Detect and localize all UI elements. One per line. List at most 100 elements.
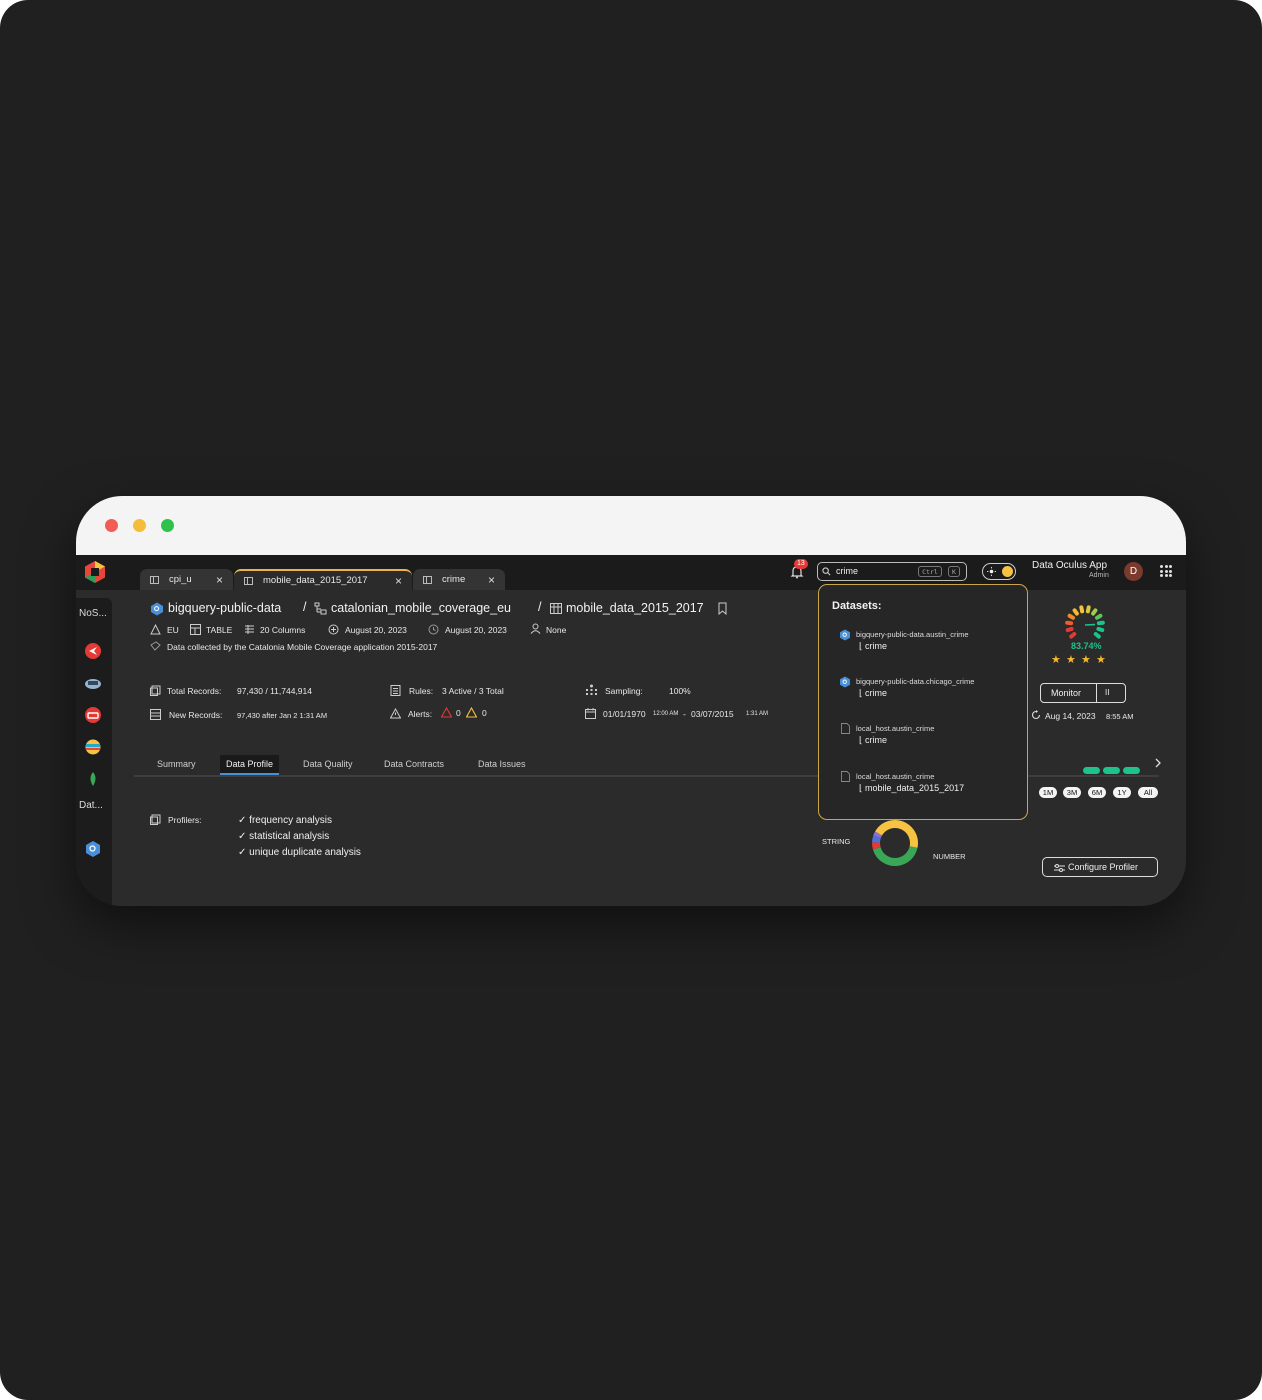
range-end: 03/07/2015 [691, 709, 734, 719]
notification-badge: 13 [794, 559, 808, 569]
gauge-tick [1067, 613, 1075, 620]
close-icon[interactable]: × [488, 573, 495, 587]
star-icon: ★ [1096, 653, 1106, 666]
search-value: crime [836, 566, 858, 576]
refresh-icon[interactable] [1031, 710, 1041, 720]
gauge-tick [1085, 605, 1091, 614]
sampling-value: 100% [669, 686, 691, 696]
maximize-window-button[interactable] [161, 519, 174, 532]
range-6m[interactable]: 6M [1088, 787, 1106, 798]
bookmark-icon[interactable] [718, 602, 727, 615]
range-start-time: 12:00 AM [653, 711, 679, 717]
alerts-error-count: 0 [456, 708, 461, 718]
tab-data-profile[interactable]: Data Profile [220, 755, 280, 775]
gauge-tick [1091, 608, 1098, 616]
app-content: cpi_u × mobile_data_2015_2017 × crime × … [76, 555, 1186, 906]
range-1m[interactable]: 1M [1039, 787, 1057, 798]
logo-icon[interactable] [84, 560, 106, 584]
user-icon [530, 623, 541, 634]
bigquery-source-icon[interactable] [84, 840, 102, 858]
range-end-time: 1:31 AM [746, 711, 769, 717]
chevron-right-icon[interactable] [1154, 758, 1162, 768]
shortcut-ctrl: Ctrl [918, 566, 942, 577]
avatar[interactable]: D [1124, 562, 1143, 581]
new-records-label: New Records: [169, 710, 223, 720]
table-icon [244, 576, 253, 585]
sidebar: NoS... Dat... [76, 598, 112, 906]
region-icon [150, 624, 161, 635]
profiler-icon [150, 814, 161, 825]
tab-label: mobile_data_2015_2017 [263, 575, 368, 586]
theme-toggle[interactable] [982, 563, 1016, 580]
monitor-button[interactable]: Monitor [1051, 688, 1081, 698]
redis-source-icon[interactable] [84, 706, 102, 724]
total-records-value: 97,430 / 11,744,914 [237, 686, 312, 696]
range-all[interactable]: All [1138, 787, 1158, 798]
bigquery-icon [840, 676, 850, 688]
shortcut-k: K [948, 566, 960, 577]
donut-label-number: NUMBER [933, 852, 966, 861]
warning-alert-icon [466, 707, 477, 718]
donut-label-string: STRING [822, 837, 851, 846]
profiler-item: ✓ statistical analysis [238, 831, 330, 842]
sampling-label: Sampling: [605, 686, 643, 696]
send-source-icon[interactable] [84, 642, 102, 660]
sidebar-label-nosql[interactable]: NoS... [79, 608, 107, 619]
apps-grid-icon[interactable] [1160, 565, 1172, 577]
search-results-dropdown: Datasets: bigquery-public-data.austin_cr… [818, 584, 1028, 820]
tab-data-issues[interactable]: Data Issues [472, 755, 532, 773]
tab-cpi-u[interactable]: cpi_u × [140, 569, 233, 590]
minimize-window-button[interactable] [133, 519, 146, 532]
pause-button[interactable]: II [1105, 688, 1109, 697]
gauge-tick [1079, 605, 1085, 614]
progress-segment [1103, 767, 1120, 774]
tab-mobile-data[interactable]: mobile_data_2015_2017 × [234, 569, 412, 590]
search-icon [822, 567, 831, 576]
result-name: ⌊ mobile_data_2015_2017 [859, 783, 965, 793]
result-name: ⌊ crime [859, 688, 888, 698]
gauge-tick [1065, 626, 1074, 633]
close-window-button[interactable] [105, 519, 118, 532]
star-icon: ★ [1081, 653, 1091, 666]
breadcrumb-project[interactable]: bigquery-public-data [168, 601, 281, 615]
cloud-source-icon[interactable] [84, 674, 102, 692]
meta-created: August 20, 2023 [345, 625, 407, 635]
tab-crime[interactable]: crime × [413, 569, 505, 590]
configure-profiler-button[interactable]: Configure Profiler [1042, 857, 1158, 877]
breadcrumb-dataset[interactable]: catalonian_mobile_coverage_eu [331, 601, 511, 615]
tab-summary[interactable]: Summary [151, 755, 202, 773]
search-input[interactable]: crime Ctrl K [817, 562, 967, 581]
elastic-source-icon[interactable] [84, 738, 102, 756]
new-records-icon [150, 709, 161, 720]
alerts-warning-count: 0 [482, 708, 487, 718]
table-icon [423, 575, 432, 584]
monitor-group: Monitor II [1040, 683, 1126, 703]
dataset-icon [314, 602, 327, 615]
alerts-label: Alerts: [408, 709, 433, 719]
meta-region: EU [167, 625, 179, 635]
rules-value: 3 Active / 3 Total [442, 686, 504, 696]
table-icon [550, 603, 562, 614]
sidebar-label-data[interactable]: Dat... [79, 800, 103, 811]
close-icon[interactable]: × [216, 573, 223, 587]
dropdown-title: Datasets: [832, 600, 882, 612]
user-role: Admin [1089, 572, 1109, 579]
alert-icon [390, 708, 401, 719]
column-type-donut [872, 820, 918, 866]
tab-data-contracts[interactable]: Data Contracts [378, 755, 450, 773]
range-1y[interactable]: 1Y [1113, 787, 1131, 798]
tab-data-quality[interactable]: Data Quality [297, 755, 359, 773]
breadcrumb-separator: / [303, 600, 307, 614]
gauge-tick [1096, 620, 1105, 626]
mongodb-source-icon[interactable] [84, 770, 102, 788]
result-name: ⌊ crime [859, 641, 888, 651]
close-icon[interactable]: × [395, 574, 402, 588]
range-dash: - [683, 709, 686, 719]
error-alert-icon [441, 707, 452, 718]
table-type-icon [190, 624, 201, 635]
bigquery-icon [840, 629, 850, 641]
range-3m[interactable]: 3M [1063, 787, 1081, 798]
progress-segment [1123, 767, 1140, 774]
file-icon [841, 771, 850, 782]
profiler-item: ✓ frequency analysis [238, 815, 332, 826]
